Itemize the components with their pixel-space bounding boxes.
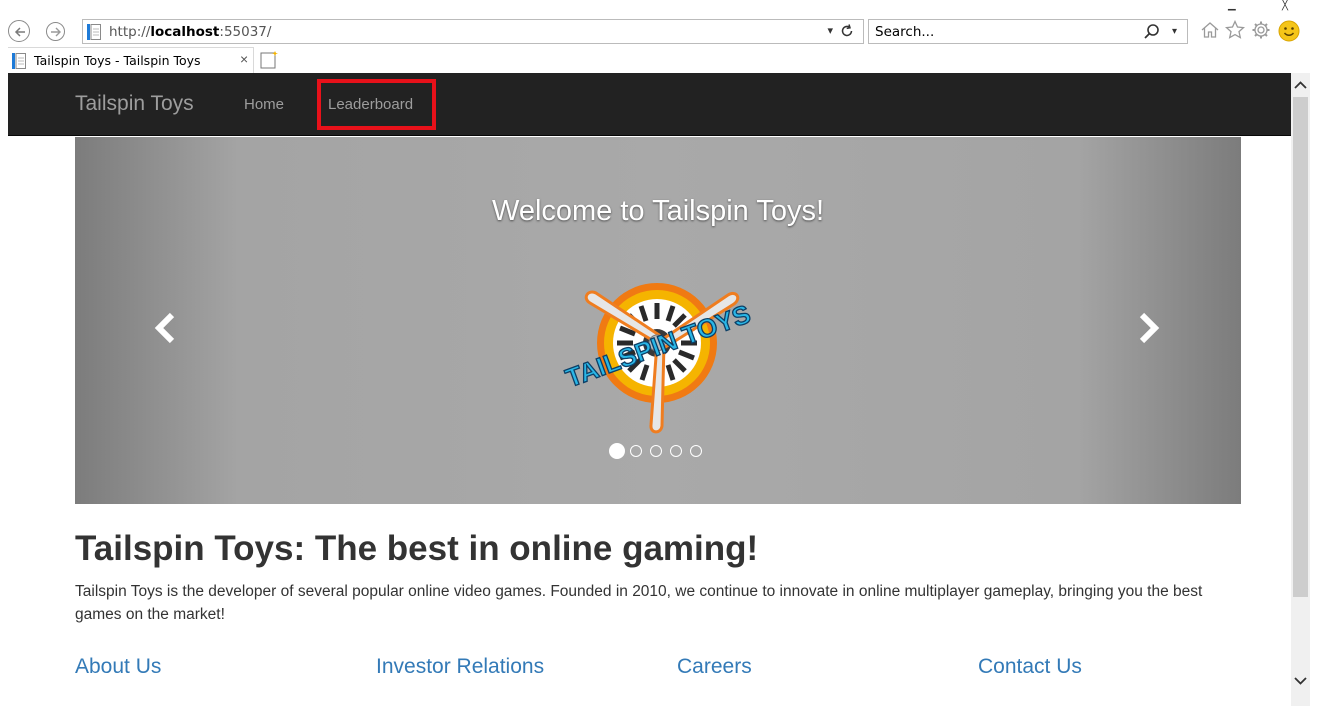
tab-strip: Tailspin Toys - Tailspin Toys × — [0, 47, 1318, 73]
carousel-indicator-3[interactable] — [650, 445, 662, 457]
gear-icon[interactable] — [1251, 20, 1271, 40]
search-box[interactable]: ▾ — [868, 19, 1188, 44]
search-icon[interactable] — [1143, 23, 1161, 41]
carousel-indicator-5[interactable] — [690, 445, 702, 457]
page-viewport: Tailspin Toys Home Leaderboard Welcome t… — [8, 73, 1310, 706]
navbar-brand[interactable]: Tailspin Toys — [75, 92, 194, 116]
nav-item-leaderboard[interactable]: Leaderboard — [328, 96, 413, 113]
back-icon — [14, 27, 25, 37]
scrollbar-thumb[interactable] — [1293, 97, 1308, 597]
new-tab-icon[interactable] — [258, 50, 280, 70]
site-navbar: Tailspin Toys Home Leaderboard — [8, 73, 1291, 136]
carousel-prev-chevron-icon[interactable] — [154, 312, 176, 344]
carousel-indicator-4[interactable] — [670, 445, 682, 457]
smiley-icon[interactable] — [1278, 20, 1300, 42]
back-button[interactable] — [8, 20, 30, 42]
about-us-link[interactable]: About Us — [75, 655, 161, 679]
scroll-down-icon[interactable] — [1293, 675, 1308, 687]
carousel-next-chevron-icon[interactable] — [1138, 312, 1160, 344]
intro-paragraph: Tailspin Toys is the developer of severa… — [75, 583, 1203, 623]
tab-tailspin-toys[interactable]: Tailspin Toys - Tailspin Toys × — [8, 47, 254, 73]
search-dropdown-icon[interactable]: ▾ — [1172, 26, 1177, 37]
nav-item-leaderboard-highlight[interactable]: Leaderboard — [317, 79, 436, 130]
carousel-caption: Welcome to Tailspin Toys! — [491, 195, 825, 227]
url-text[interactable]: http://localhost:55037/ — [109, 24, 271, 40]
address-dropdown-icon[interactable]: ▾ — [827, 24, 833, 37]
nav-item-home[interactable]: Home — [244, 96, 284, 113]
tab-title: Tailspin Toys - Tailspin Toys — [34, 53, 201, 68]
forward-icon — [51, 27, 61, 37]
page-headline: Tailspin Toys: The best in online gaming… — [75, 529, 759, 568]
refresh-icon[interactable] — [839, 23, 855, 39]
star-icon[interactable] — [1225, 20, 1245, 40]
carousel-indicator-2[interactable] — [630, 445, 642, 457]
hero-carousel: Welcome to Tailspin Toys! TAILSPIN TOYS — [75, 137, 1241, 504]
address-bar[interactable]: http://localhost:55037/ ▾ — [82, 19, 864, 44]
page-icon — [12, 53, 26, 69]
scroll-up-icon[interactable] — [1293, 79, 1308, 91]
address-row: http://localhost:55037/ ▾ ▾ — [0, 10, 1318, 50]
browser-chrome: ▁ ╳ http://localhost:55037/ ▾ ▾ — [0, 0, 1318, 73]
contact-us-link[interactable]: Contact Us — [978, 655, 1082, 679]
tailspin-toys-logo: TAILSPIN TOYS — [561, 283, 755, 434]
vertical-scrollbar[interactable] — [1291, 73, 1310, 706]
careers-link[interactable]: Careers — [677, 655, 752, 679]
close-tab-icon[interactable]: × — [240, 51, 248, 67]
search-input[interactable] — [875, 22, 1135, 41]
investor-relations-link[interactable]: Investor Relations — [376, 655, 544, 679]
page-icon — [87, 24, 101, 40]
home-icon[interactable] — [1200, 20, 1220, 40]
forward-button[interactable] — [46, 22, 65, 41]
carousel-indicator-1[interactable] — [609, 443, 625, 459]
